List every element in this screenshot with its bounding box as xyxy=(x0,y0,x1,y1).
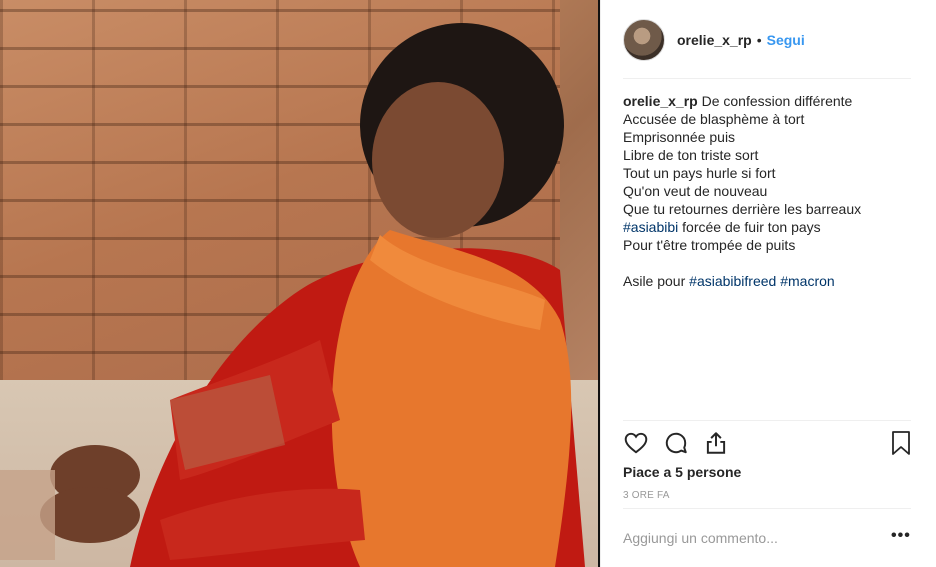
username[interactable]: orelie_x_rp xyxy=(677,32,752,48)
caption-line-3: Emprisonnée puis xyxy=(623,129,736,145)
post-timestamp: 3 ORE FA xyxy=(623,490,670,501)
caption: orelie_x_rp De confession différente Acc… xyxy=(623,92,915,290)
comment-icon[interactable] xyxy=(663,430,689,461)
caption-line-8-text: forcée de fuir ton pays xyxy=(678,219,821,235)
caption-line-10: Asile pour #asiabibifreed #macron xyxy=(623,272,915,290)
caption-line-8: #asiabibi forcée de fuir ton pays xyxy=(623,218,915,236)
caption-username[interactable]: orelie_x_rp xyxy=(623,93,698,109)
instagram-post: orelie_x_rp • Segui orelie_x_rp De confe… xyxy=(0,0,936,567)
action-bar xyxy=(623,430,915,458)
caption-line-7: Que tu retournes derrière les barreaux xyxy=(623,201,862,217)
caption-line-5: Tout un pays hurle si fort xyxy=(623,165,776,181)
caption-line-1: orelie_x_rp De confession différente xyxy=(623,92,915,110)
share-icon[interactable] xyxy=(703,430,729,461)
post-sidebar: orelie_x_rp • Segui orelie_x_rp De confe… xyxy=(600,0,936,567)
comment-divider xyxy=(623,508,911,509)
caption-line-10-text: Asile pour xyxy=(623,273,690,289)
caption-line-2: Accusée de blasphème à tort xyxy=(623,111,805,127)
follow-button[interactable]: Segui xyxy=(767,32,805,48)
caption-line-6: Qu'on veut de nouveau xyxy=(623,183,768,199)
more-options-icon[interactable]: ••• xyxy=(891,527,911,545)
caption-line-9: Pour t'être trompée de puits xyxy=(623,237,796,253)
heart-icon[interactable] xyxy=(623,430,649,461)
header-divider xyxy=(623,78,911,79)
separator-dot: • xyxy=(756,31,762,48)
avatar[interactable] xyxy=(623,18,665,61)
hashtag-asiabibi[interactable]: #asiabibi xyxy=(623,219,678,235)
hashtag-asiabibifreed[interactable]: #asiabibifreed xyxy=(689,273,776,289)
person-illustration xyxy=(0,23,585,567)
caption-line-4: Libre de ton triste sort xyxy=(623,147,759,163)
comment-input[interactable] xyxy=(623,528,863,548)
post-header: orelie_x_rp • Segui xyxy=(601,0,935,79)
bookmark-icon[interactable] xyxy=(889,430,913,461)
likes-count[interactable]: Piace a 5 persone xyxy=(623,464,741,480)
actions-divider xyxy=(623,420,911,421)
post-image[interactable] xyxy=(0,0,598,567)
hashtag-macron[interactable]: #macron xyxy=(780,273,834,289)
caption-text: De confession différente xyxy=(701,93,853,109)
